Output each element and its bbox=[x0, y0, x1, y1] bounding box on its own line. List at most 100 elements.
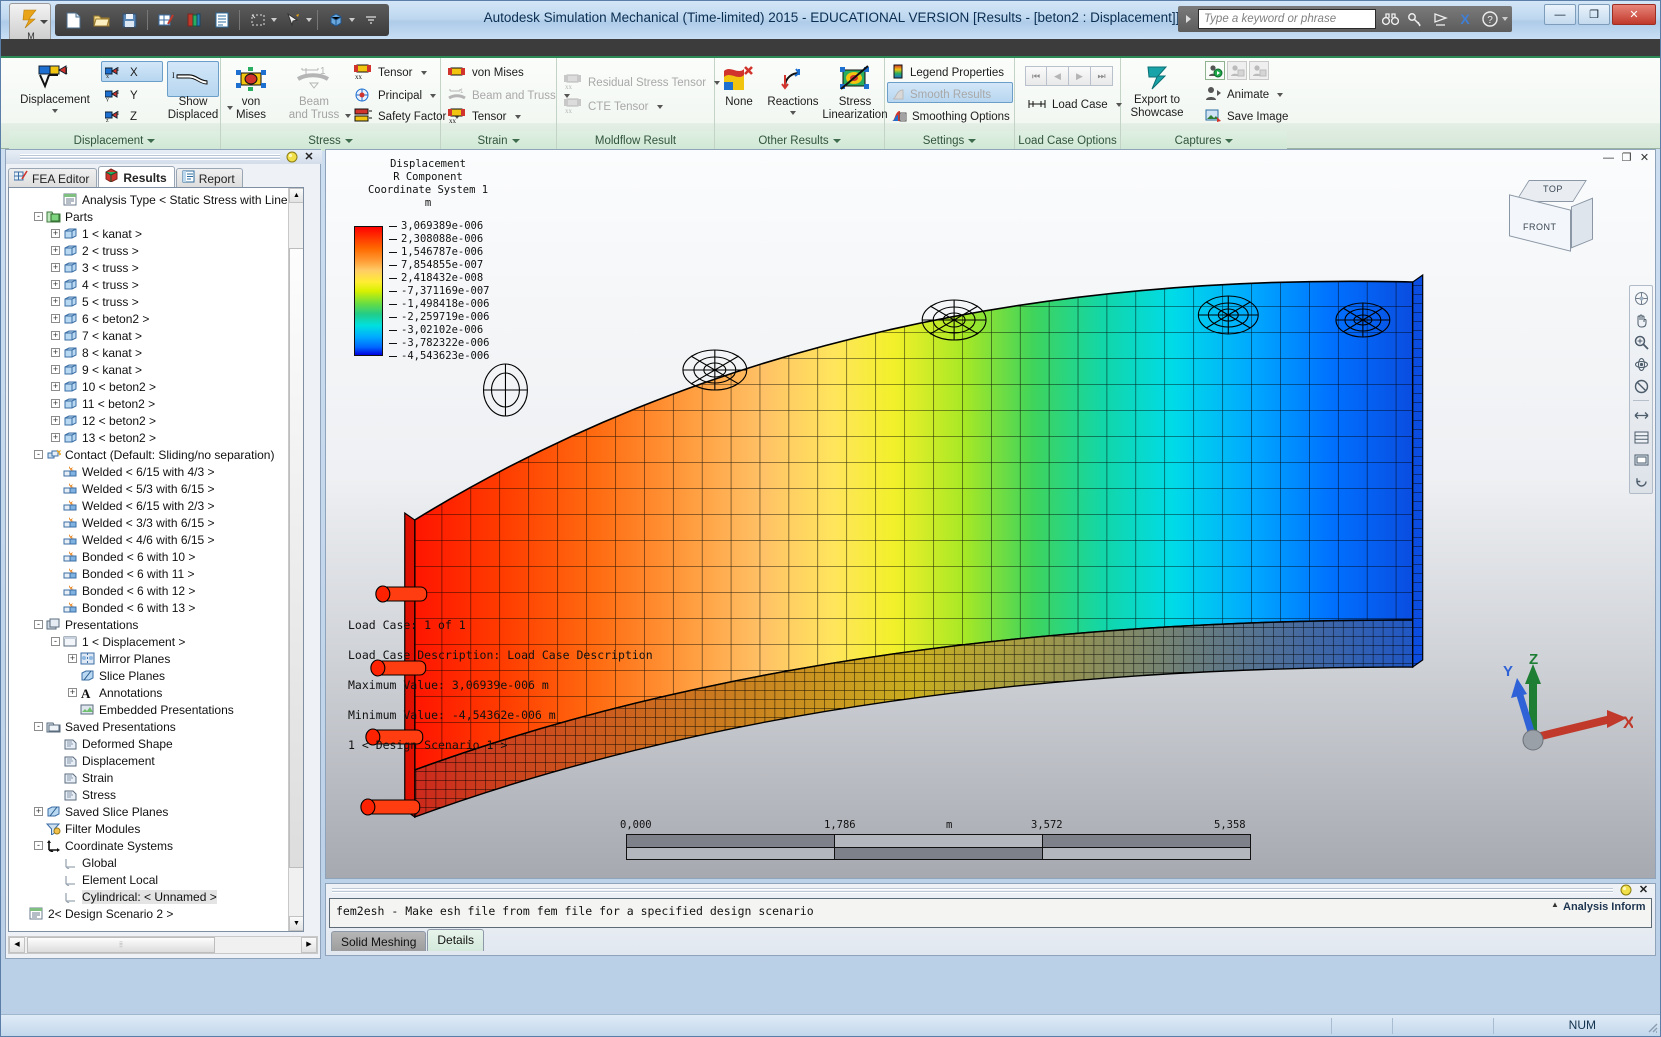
tree-item[interactable]: + Saved Slice Planes bbox=[11, 803, 287, 820]
steering-wheel-icon[interactable] bbox=[1631, 288, 1651, 308]
subscription-key-icon[interactable] bbox=[1404, 8, 1426, 30]
tree-collapse-toggle[interactable]: - bbox=[34, 450, 43, 459]
fit-icon[interactable] bbox=[1631, 405, 1651, 425]
viewport-close-button[interactable]: ✕ bbox=[1638, 153, 1651, 166]
tree-item[interactable]: +5 < truss > bbox=[11, 293, 287, 310]
chevron-down-icon[interactable] bbox=[345, 114, 351, 118]
tree-item[interactable]: Filter Modules bbox=[11, 820, 287, 837]
load-case-prev-button[interactable]: ◀ bbox=[1047, 66, 1069, 86]
tab-results[interactable]: Results bbox=[98, 166, 175, 188]
tree-collapse-toggle[interactable]: - bbox=[34, 841, 43, 850]
chevron-down-icon[interactable] bbox=[430, 94, 437, 98]
tree-collapse-toggle[interactable]: - bbox=[34, 212, 43, 221]
smooth-results-button[interactable]: Smooth Results bbox=[891, 84, 991, 106]
chevron-down-icon[interactable] bbox=[790, 111, 796, 115]
tree-item[interactable]: +9 < kanat > bbox=[11, 361, 287, 378]
animate-play-button[interactable] bbox=[1205, 61, 1225, 80]
tree-item[interactable]: Bonded < 6 with 11 > bbox=[11, 565, 287, 582]
tree-item[interactable]: Welded < 6/15 with 4/3 > bbox=[11, 463, 287, 480]
none-button[interactable]: None bbox=[713, 64, 765, 109]
tree-item[interactable]: Deformed Shape bbox=[11, 735, 287, 752]
tree-item[interactable]: + A Annotations bbox=[11, 684, 287, 701]
tree-item[interactable]: +8 < kanat > bbox=[11, 344, 287, 361]
panel-close-icon[interactable]: ✕ bbox=[302, 151, 316, 163]
display-mode-icon[interactable] bbox=[1631, 427, 1651, 447]
panel-title-displacement[interactable]: Displacement bbox=[9, 131, 220, 151]
strain-beam-and-truss-button[interactable]: 1 Beam and Truss bbox=[447, 85, 570, 107]
tree-expand-toggle[interactable]: + bbox=[51, 433, 60, 442]
maximize-button[interactable]: ❐ bbox=[1578, 4, 1610, 25]
tree-item[interactable]: Cylindrical: < Unnamed > bbox=[11, 888, 287, 905]
tree-item[interactable]: +6 < beton2 > bbox=[11, 310, 287, 327]
tree-item[interactable]: Bonded < 6 with 13 > bbox=[11, 599, 287, 616]
scroll-left-button[interactable]: ◀ bbox=[9, 937, 25, 953]
stress-principal-button[interactable]: Principal bbox=[353, 85, 437, 107]
tree-item[interactable]: Strain bbox=[11, 769, 287, 786]
tab-fea-editor[interactable]: FEA Editor bbox=[8, 168, 98, 188]
tab-details[interactable]: Details bbox=[427, 929, 485, 951]
tree-item[interactable]: - Contact (Default: Sliding/no separation… bbox=[11, 446, 287, 463]
panel-title-strain[interactable]: Strain bbox=[441, 131, 556, 151]
tree-expand-toggle[interactable]: + bbox=[34, 807, 43, 816]
tree-item[interactable]: +2 < truss > bbox=[11, 242, 287, 259]
scroll-down-button[interactable]: ▼ bbox=[289, 916, 303, 931]
tree-horizontal-scrollbar[interactable]: ◀ ⦙⦙ ▶ bbox=[8, 936, 318, 954]
tree-expand-toggle[interactable]: + bbox=[51, 416, 60, 425]
stress-beam-and-truss-button[interactable]: 1 Beam Beam and Truss and Truss bbox=[279, 64, 351, 122]
scroll-up-button[interactable]: ▲ bbox=[289, 188, 303, 203]
strain-von-mises-button[interactable]: von Mises bbox=[447, 62, 524, 84]
console-grip[interactable]: ✕ bbox=[326, 884, 1655, 897]
component-x-button[interactable]: Ix X bbox=[104, 62, 138, 84]
tree-expand-toggle[interactable]: + bbox=[51, 365, 60, 374]
tree-item[interactable]: Welded < 3/3 with 6/15 > bbox=[11, 514, 287, 531]
save-image-button[interactable]: Save Image bbox=[1205, 106, 1288, 128]
model-tree[interactable]: Analysis Type < Static Stress with Linea… bbox=[8, 187, 304, 932]
residual-stress-tensor-button[interactable]: xx Residual Stress Tensor bbox=[563, 72, 721, 94]
camera-icon[interactable] bbox=[1631, 449, 1651, 469]
tree-item[interactable]: - Coordinate Systems bbox=[11, 837, 287, 854]
tree-collapse-toggle[interactable]: - bbox=[34, 722, 43, 731]
tree-item[interactable]: + Mirror Planes bbox=[11, 650, 287, 667]
tree-item[interactable]: +12 < beton2 > bbox=[11, 412, 287, 429]
panel-title-other-results[interactable]: Other Results bbox=[715, 131, 884, 151]
tree-expand-toggle[interactable]: + bbox=[51, 382, 60, 391]
tree-item[interactable]: 2< Design Scenario 2 > bbox=[11, 905, 287, 922]
tree-vertical-scrollbar[interactable]: ▲ ▼ bbox=[288, 188, 303, 931]
tree-item[interactable]: Displacement bbox=[11, 752, 287, 769]
tree-expand-toggle[interactable]: + bbox=[51, 399, 60, 408]
tree-item[interactable]: Element Local bbox=[11, 871, 287, 888]
viewport-restore-button[interactable]: ❐ bbox=[1620, 153, 1633, 166]
tree-expand-toggle[interactable]: + bbox=[68, 688, 77, 697]
stress-linearization-button[interactable]: Stress Stress Linearization Linearizatio… bbox=[821, 64, 889, 122]
tree-collapse-toggle[interactable]: - bbox=[34, 620, 43, 629]
smoothing-options-button[interactable]: Smoothing Options bbox=[891, 106, 1010, 128]
tree-item[interactable]: +4 < truss > bbox=[11, 276, 287, 293]
zoom-window-icon[interactable] bbox=[1631, 376, 1651, 396]
minimize-button[interactable]: — bbox=[1544, 4, 1576, 25]
viewport-minimize-button[interactable]: — bbox=[1602, 153, 1615, 166]
help-icon[interactable]: ? bbox=[1479, 8, 1501, 30]
tree-item[interactable]: Welded < 4/6 with 6/15 > bbox=[11, 531, 287, 548]
strain-tensor-button[interactable]: xx Tensor bbox=[447, 106, 521, 128]
panel-title-settings[interactable]: Settings bbox=[885, 131, 1014, 151]
animate-stop-button[interactable] bbox=[1249, 61, 1269, 80]
tree-item[interactable]: +13 < beton2 > bbox=[11, 429, 287, 446]
zoom-icon[interactable] bbox=[1631, 332, 1651, 352]
load-case-button[interactable]: Load Case bbox=[1027, 94, 1122, 116]
chevron-down-icon[interactable] bbox=[514, 115, 521, 119]
chevron-down-icon[interactable] bbox=[52, 109, 58, 113]
close-button[interactable]: ✕ bbox=[1612, 4, 1656, 25]
tree-item[interactable]: - Presentations bbox=[11, 616, 287, 633]
tree-expand-toggle[interactable]: + bbox=[51, 297, 60, 306]
export-to-showcase-button[interactable]: Export to Export to Showcase Showcase bbox=[1119, 62, 1195, 120]
search-input[interactable]: Type a keyword or phrase bbox=[1198, 9, 1376, 29]
chevron-down-icon[interactable] bbox=[656, 105, 663, 109]
legend-properties-button[interactable]: Legend Properties bbox=[891, 62, 1004, 84]
console-close-icon[interactable]: ✕ bbox=[1637, 884, 1650, 896]
reactions-button[interactable]: Reactions bbox=[763, 64, 823, 115]
tree-expand-toggle[interactable]: + bbox=[51, 331, 60, 340]
component-z-button[interactable]: Iz Z bbox=[104, 106, 137, 128]
exchange-icon[interactable]: X bbox=[1454, 8, 1476, 30]
panel-title-stress[interactable]: Stress bbox=[221, 131, 440, 151]
orbit-icon[interactable] bbox=[1631, 354, 1651, 374]
